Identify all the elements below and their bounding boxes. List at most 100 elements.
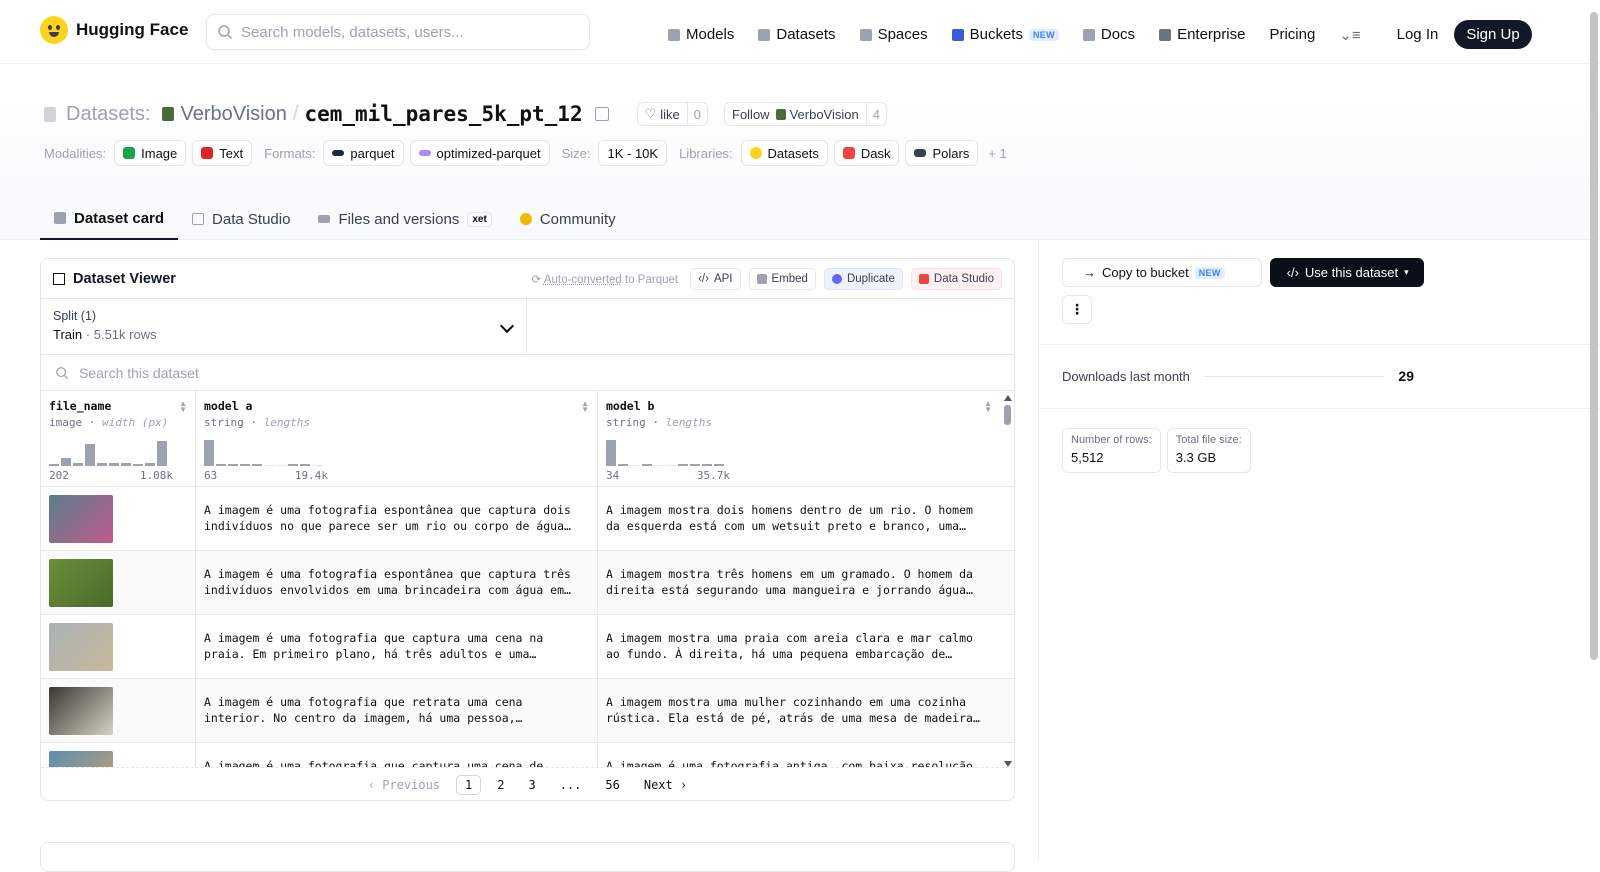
tab-dataset-card[interactable]: Dataset card [40, 198, 179, 240]
histogram-bar[interactable] [606, 440, 616, 466]
table-row[interactable]: A imagem é uma fotografia espontânea que… [41, 551, 1014, 615]
page-scroll-thumb[interactable] [1590, 12, 1598, 660]
login-link[interactable]: Log In [1397, 26, 1439, 43]
scroll-down-icon[interactable] [1004, 761, 1012, 767]
model-a-cell[interactable]: A imagem é uma fotografia espontânea que… [196, 551, 598, 614]
nav-enterprise[interactable]: Enterprise [1159, 26, 1245, 43]
sort-icon[interactable]: ▲ ▼ [581, 400, 589, 414]
tag-dask[interactable]: Dask [833, 140, 900, 166]
nav-models[interactable]: Models [668, 26, 734, 43]
tag-size[interactable]: 1K - 10K [598, 140, 668, 166]
histogram-bar[interactable] [121, 463, 131, 466]
tab-community[interactable]: Community [506, 198, 630, 240]
previous-page-button[interactable]: ‹ Previous [360, 776, 448, 794]
model-a-cell[interactable]: A imagem é uma fotografia que retrata um… [196, 679, 598, 742]
histogram-bar[interactable] [73, 463, 83, 466]
nav-pricing[interactable]: Pricing [1269, 26, 1315, 43]
model-b-cell[interactable]: A imagem mostra dois homens dentro de um… [598, 487, 1000, 550]
image-thumbnail[interactable] [49, 495, 113, 543]
histogram-bar[interactable] [702, 464, 712, 466]
brand-link[interactable]: Hugging Face [40, 16, 188, 44]
histogram-bar[interactable] [690, 464, 700, 466]
signup-button[interactable]: Sign Up [1454, 20, 1532, 49]
dataset-search-input[interactable] [79, 364, 579, 381]
model-b-cell[interactable]: A imagem mostra uma praia com areia clar… [598, 615, 1000, 678]
tag-text[interactable]: Text [192, 140, 253, 166]
owner-link[interactable]: VerboVision [180, 103, 286, 126]
page-button[interactable]: 56 [597, 776, 627, 794]
use-this-dataset-button[interactable]: ‹/› Use this dataset ▾ [1269, 258, 1424, 287]
histogram-bar[interactable] [630, 465, 640, 466]
dataset-name[interactable]: cem_mil_pares_5k_pt_12 [304, 102, 582, 126]
histogram-bar[interactable] [312, 465, 322, 466]
histogram-bar[interactable] [133, 464, 143, 466]
histogram-bar[interactable] [300, 464, 310, 466]
copy-to-bucket-button[interactable]: → Copy to bucket NEW [1062, 258, 1262, 287]
column-header[interactable]: model b string · lengths ▲ ▼ 34 35.7k [598, 391, 1000, 486]
model-b-cell[interactable]: A imagem é uma fotografia antiga, com ba… [598, 743, 1000, 767]
tag-polars[interactable]: Polars [905, 140, 979, 166]
histogram-bar[interactable] [109, 463, 119, 466]
scroll-up-icon[interactable] [1004, 395, 1012, 401]
histogram-bar[interactable] [145, 463, 155, 466]
follow-button[interactable]: Follow VerboVision 4 [724, 102, 887, 126]
table-row[interactable]: A imagem é uma fotografia que retrata um… [41, 679, 1014, 743]
nav-buckets[interactable]: Buckets NEW [951, 26, 1059, 43]
histogram-bar[interactable] [264, 465, 274, 466]
histogram-bar[interactable] [288, 464, 298, 466]
next-page-button[interactable]: Next › [636, 776, 695, 794]
histogram-bar[interactable] [276, 465, 286, 466]
histogram-bar[interactable] [240, 464, 250, 466]
copy-icon[interactable] [594, 107, 609, 121]
column-header[interactable]: file_name image · width (px) ▲ ▼ 202 1.08k [41, 391, 196, 486]
more-tags[interactable]: + 1 [988, 146, 1006, 161]
nav-spaces[interactable]: Spaces [859, 26, 928, 43]
histogram-bar[interactable] [654, 465, 664, 466]
embed-button[interactable]: Embed [748, 267, 816, 290]
tag-optimized-parquet[interactable]: optimized-parquet [409, 140, 550, 166]
histogram-bar[interactable] [252, 464, 262, 466]
image-thumbnail[interactable] [49, 559, 113, 607]
histogram-bar[interactable] [85, 443, 95, 466]
histogram-bar[interactable] [642, 464, 652, 466]
split-select[interactable]: Split (1) Train · 5.51k rows [41, 299, 527, 354]
nav-datasets[interactable]: Datasets [758, 26, 836, 43]
page-button[interactable]: ... [552, 776, 590, 794]
tab-data-studio[interactable]: Data Studio [178, 198, 304, 240]
histogram-bar[interactable] [228, 464, 238, 466]
model-b-cell[interactable]: A imagem mostra uma mulher cozinhando em… [598, 679, 1000, 742]
duplicate-button[interactable]: Duplicate [823, 267, 903, 290]
search-input[interactable] [241, 23, 571, 41]
model-a-cell[interactable]: A imagem é uma fotografia que captura um… [196, 743, 598, 767]
data-studio-button[interactable]: Data Studio [910, 267, 1002, 290]
page-button[interactable]: 1 [456, 774, 482, 795]
image-thumbnail[interactable] [49, 751, 113, 767]
global-search[interactable] [206, 14, 590, 50]
sort-icon[interactable]: ▲ ▼ [179, 400, 187, 414]
histogram-bar[interactable] [678, 464, 688, 466]
dataset-search[interactable] [41, 355, 1014, 391]
like-button[interactable]: ♡ like 0 [636, 102, 708, 126]
page-button[interactable]: 2 [489, 776, 512, 794]
histogram-bar[interactable] [204, 440, 214, 466]
auto-converted-link[interactable]: Auto-converted [544, 274, 622, 286]
histogram-bar[interactable] [97, 462, 107, 466]
histogram-bar[interactable] [49, 463, 59, 466]
more-menu-icon[interactable]: ⌄≡ [1339, 26, 1360, 44]
histogram-bar[interactable] [666, 465, 676, 466]
histogram-bar[interactable] [61, 458, 71, 466]
model-a-cell[interactable]: A imagem é uma fotografia espontânea que… [196, 487, 598, 550]
column-header[interactable]: model a string · lengths ▲ ▼ 63 19.4k [196, 391, 598, 486]
model-b-cell[interactable]: A imagem mostra três homens em um gramad… [598, 551, 1000, 614]
table-row[interactable]: A imagem é uma fotografia que captura um… [41, 743, 1014, 767]
tag-parquet[interactable]: parquet [323, 140, 404, 166]
sort-icon[interactable]: ▲ ▼ [984, 400, 992, 414]
histogram-bar[interactable] [714, 464, 724, 466]
tag-datasets-lib[interactable]: Datasets [740, 140, 828, 166]
page-scrollbar[interactable] [1586, 0, 1600, 861]
table-row[interactable]: A imagem é uma fotografia que captura um… [41, 615, 1014, 679]
tag-image[interactable]: Image [114, 140, 187, 166]
tab-files-and-versions[interactable]: Files and versions xet [304, 198, 505, 240]
page-button[interactable]: 3 [520, 776, 543, 794]
api-button[interactable]: ‹/› API [690, 267, 741, 290]
